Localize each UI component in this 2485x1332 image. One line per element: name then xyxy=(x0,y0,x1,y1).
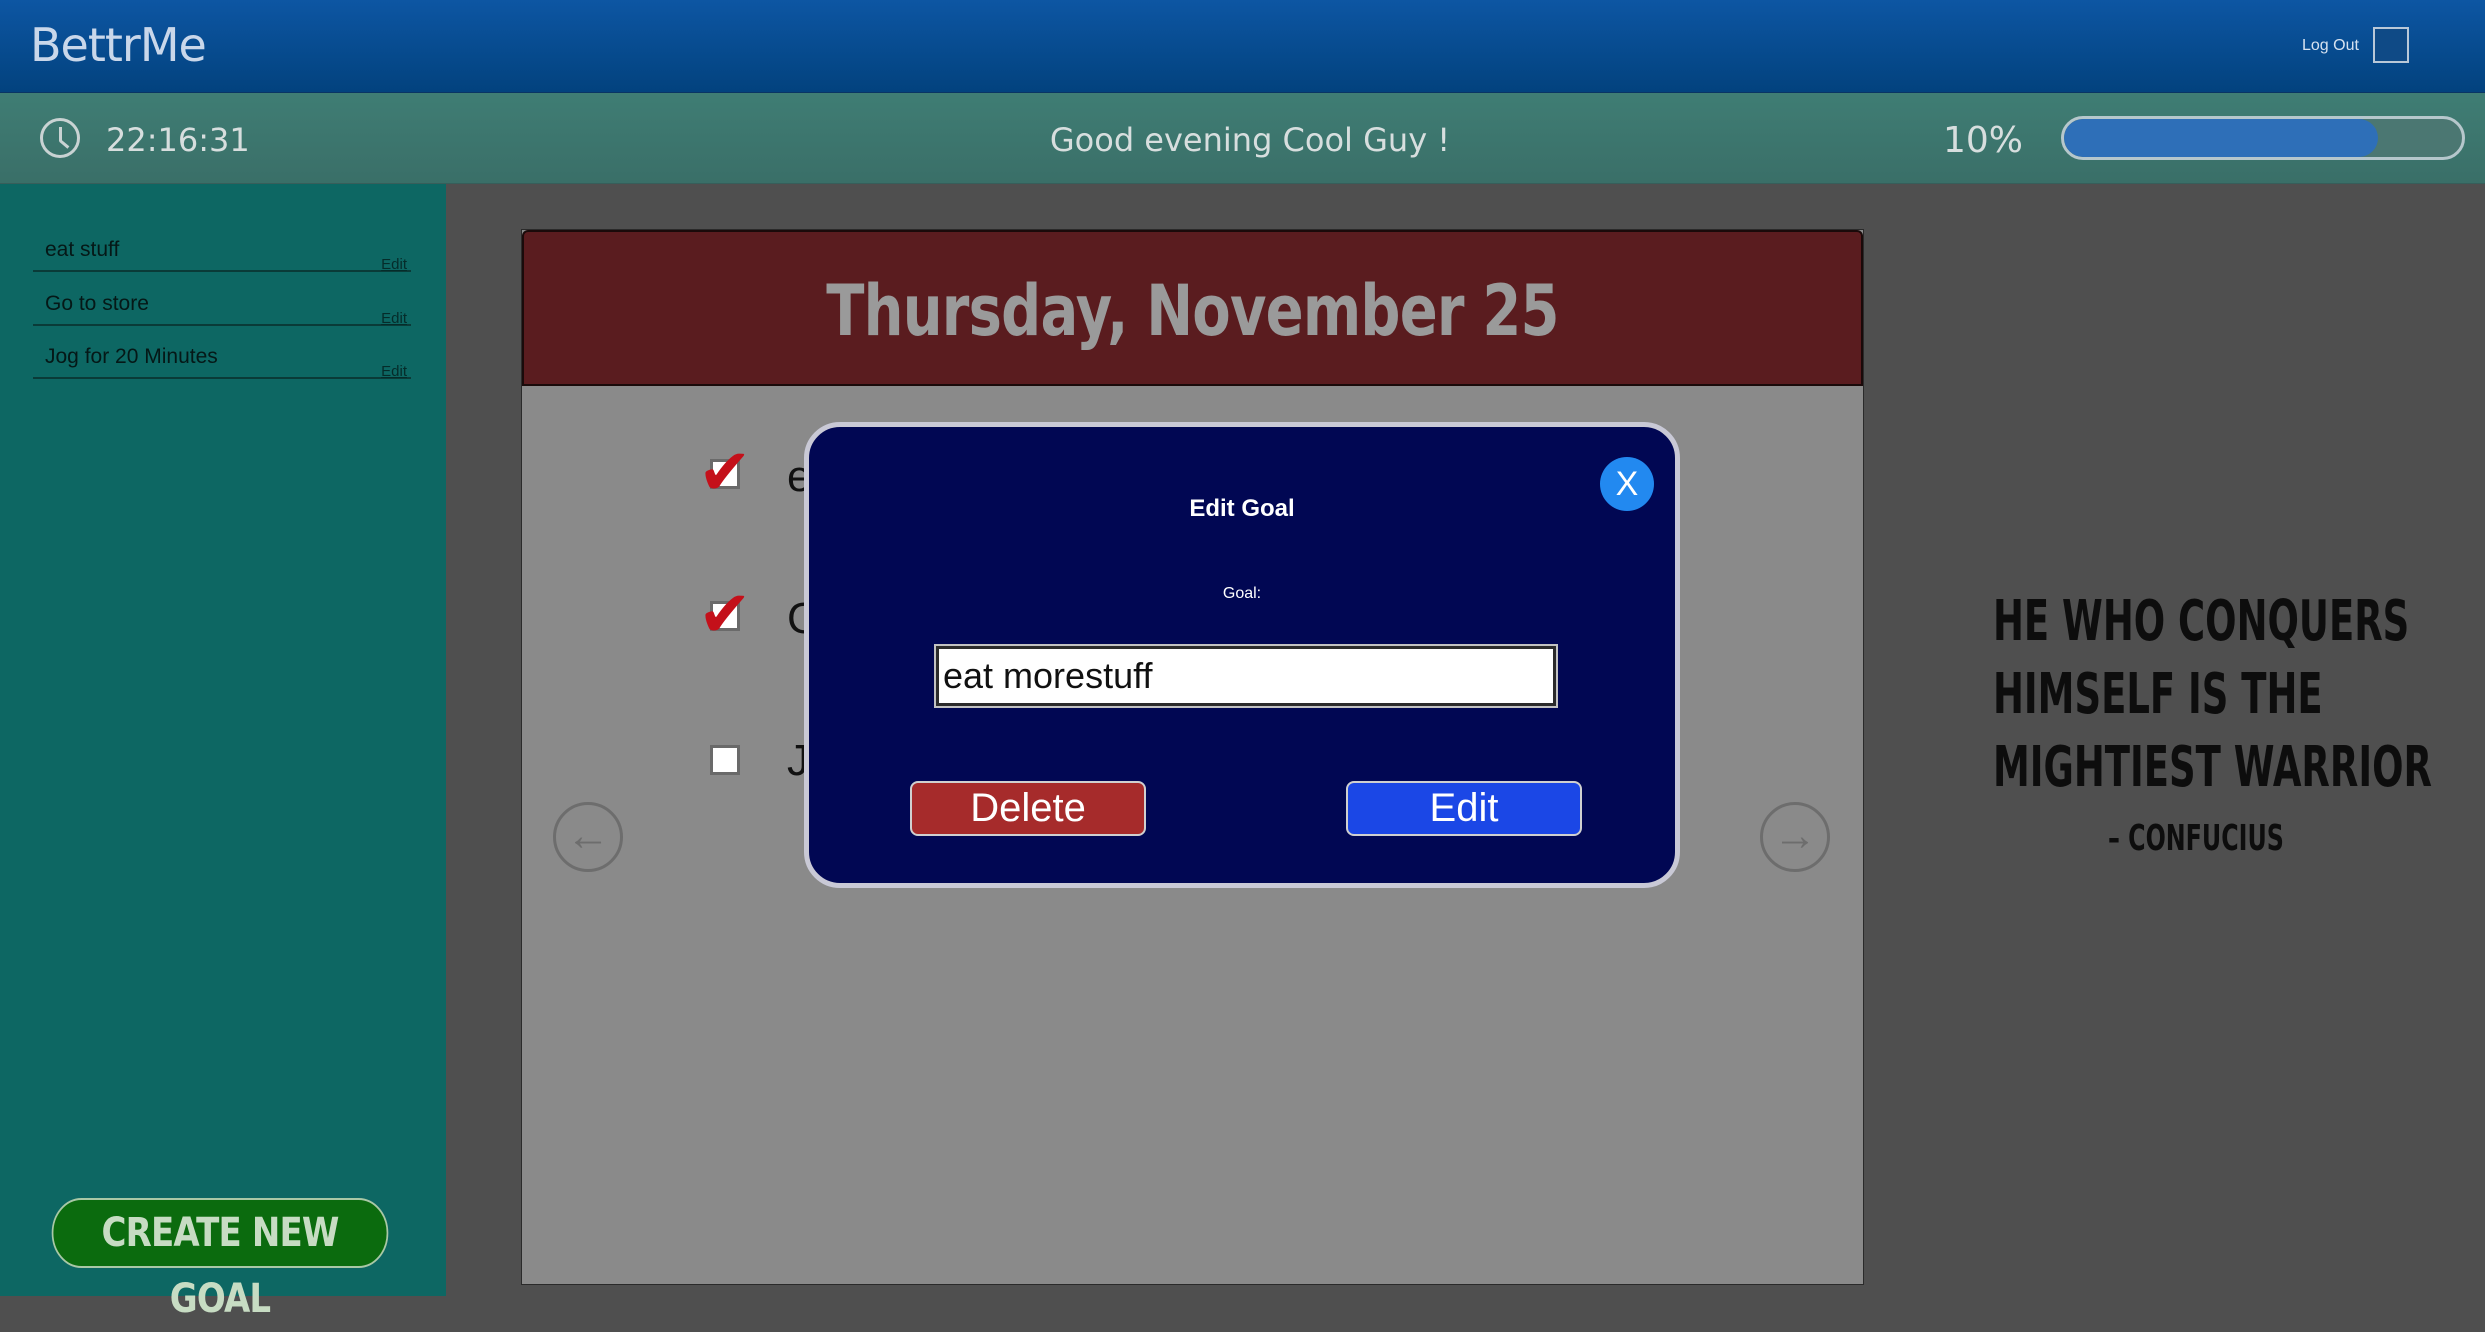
next-day-button[interactable]: → xyxy=(1760,802,1830,872)
goal-label: eat stuff xyxy=(45,238,120,261)
quote-author: – CONFUCIUS xyxy=(2108,818,2284,859)
motivational-quote: He who conquers himself is the mightiest… xyxy=(1993,585,2432,804)
arrow-left-icon: ← xyxy=(566,811,610,860)
sidebar-goal-item[interactable]: eat stuff Edit xyxy=(33,218,411,273)
greeting-text: Good evening Cool Guy ! xyxy=(1049,121,1451,159)
goal-label: Jog for 20 Minutes xyxy=(45,345,218,368)
logout-link[interactable]: Log Out xyxy=(2302,37,2359,55)
brand-logo[interactable]: BettrMe xyxy=(30,18,207,72)
modal-title: Edit Goal xyxy=(1189,495,1295,522)
progress-percent: 10% xyxy=(1943,120,2024,161)
sidebar-goal-item[interactable]: Jog for 20 Minutes Edit xyxy=(33,325,411,380)
day-card-header: Thursday, November 25 xyxy=(522,230,1863,386)
sidebar-goal-item[interactable]: Go to store Edit xyxy=(33,272,411,327)
edit-goal-modal: X Edit Goal Goal: Delete Edit xyxy=(804,422,1680,888)
avatar[interactable] xyxy=(2373,27,2409,63)
goal-input[interactable] xyxy=(934,644,1558,708)
arrow-right-icon: → xyxy=(1773,811,1817,860)
progress-bar-fill xyxy=(2064,119,2379,157)
quote-line: himself is the xyxy=(1993,662,2323,727)
current-time: 22:16:31 xyxy=(106,121,250,159)
clock-icon xyxy=(40,118,80,158)
status-bar: 22:16:31 Good evening Cool Guy ! 10% xyxy=(0,93,2485,184)
edit-button[interactable]: Edit xyxy=(1346,781,1582,836)
checkmark-icon: ✔ xyxy=(698,578,752,652)
quote-line: He who conquers xyxy=(1993,589,2410,654)
goal-edit-link[interactable]: Edit xyxy=(381,363,407,380)
goal-edit-link[interactable]: Edit xyxy=(381,256,407,273)
top-bar: BettrMe Log Out xyxy=(0,0,2485,93)
goals-sidebar: eat stuff Edit Go to store Edit Jog for … xyxy=(0,184,446,1296)
day-card-date: Thursday, November 25 xyxy=(826,270,1559,352)
progress-bar xyxy=(2061,116,2465,160)
goal-field-label: Goal: xyxy=(1222,585,1262,602)
delete-button[interactable]: Delete xyxy=(910,781,1146,836)
checkmark-icon: ✔ xyxy=(698,436,752,510)
previous-day-button[interactable]: ← xyxy=(553,802,623,872)
task-checkbox[interactable] xyxy=(710,745,740,775)
create-new-goal-button[interactable]: CREATE NEW GOAL xyxy=(51,1198,389,1322)
quote-line: mightiest warrior xyxy=(1993,735,2432,800)
goal-label: Go to store xyxy=(45,292,149,315)
